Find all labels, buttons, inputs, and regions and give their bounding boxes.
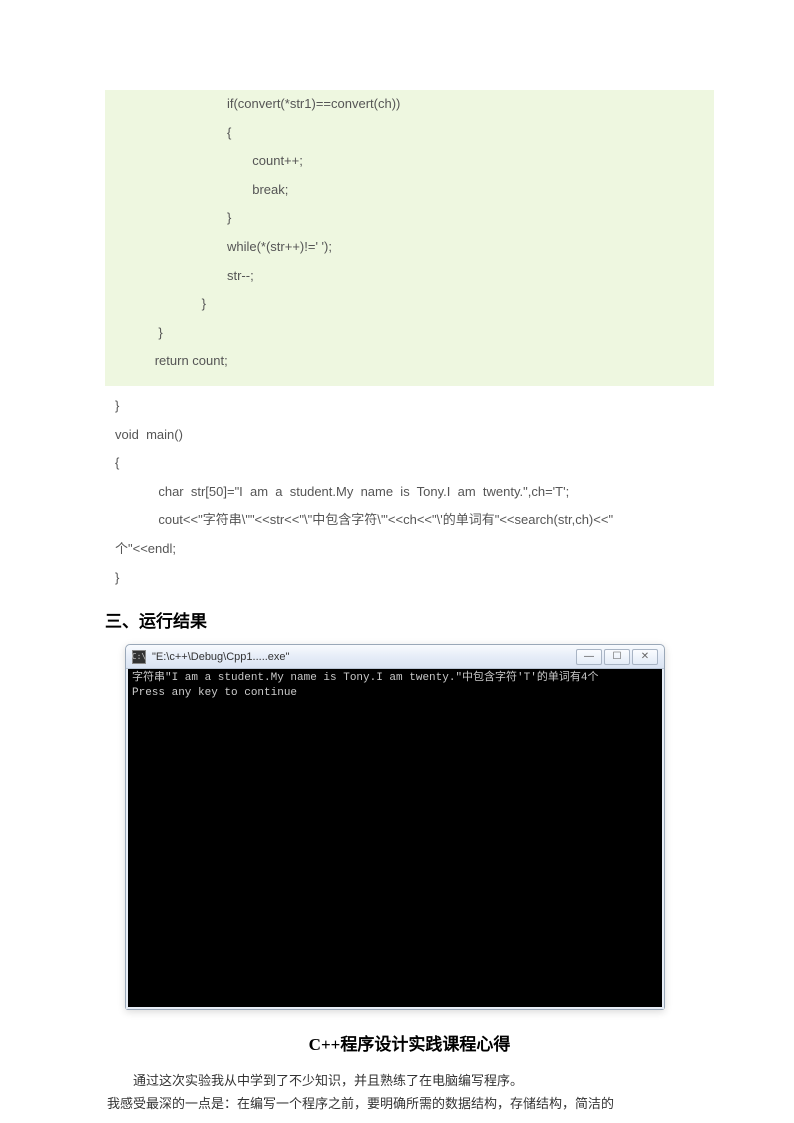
body-paragraph: 我感受最深的一点是：在编写一个程序之前，要明确所需的数据结构，存储结构，简洁的: [105, 1092, 714, 1115]
code-line: }: [115, 319, 704, 348]
code-line: return count;: [115, 347, 704, 376]
code-line: while(*(str++)!=' ');: [115, 233, 704, 262]
console-window: C:\ "E:\c++\Debug\Cpp1.....exe" — ☐ ✕ 字符…: [125, 644, 665, 1010]
console-line: Press any key to continue: [132, 687, 297, 699]
code-line: }: [115, 290, 704, 319]
console-line: 字符串"I am a student.My name is Tony.I am …: [132, 672, 598, 684]
close-button[interactable]: ✕: [632, 649, 658, 665]
window-titlebar: C:\ "E:\c++\Debug\Cpp1.....exe" — ☐ ✕: [126, 645, 664, 669]
maximize-button[interactable]: ☐: [604, 649, 630, 665]
console-output: 字符串"I am a student.My name is Tony.I am …: [126, 669, 664, 1009]
code-line: void main(): [115, 421, 704, 450]
section-heading-results: 三、运行结果: [105, 607, 714, 632]
window-controls: — ☐ ✕: [576, 649, 658, 665]
code-line: }: [115, 392, 704, 421]
code-block-highlighted: if(convert(*str1)==convert(ch)) { count+…: [105, 90, 714, 386]
code-line: {: [115, 449, 704, 478]
code-block-plain: } void main() { char str[50]="I am a stu…: [105, 392, 714, 592]
minimize-button[interactable]: —: [576, 649, 602, 665]
code-line: cout<<"字符串\""<<str<<"\"中包含字符\'"<<ch<<"\'…: [115, 506, 704, 535]
code-line: {: [115, 119, 704, 148]
window-title: "E:\c++\Debug\Cpp1.....exe": [152, 651, 576, 663]
code-line: count++;: [115, 147, 704, 176]
code-line: break;: [115, 176, 704, 205]
code-line: if(convert(*str1)==convert(ch)): [115, 90, 704, 119]
app-icon: C:\: [132, 650, 146, 664]
code-line: 个"<<endl;: [115, 535, 704, 564]
section-heading-summary: C++程序设计实践课程心得: [105, 1030, 714, 1055]
code-line: }: [115, 564, 704, 593]
code-line: }: [115, 204, 704, 233]
code-line: char str[50]="I am a student.My name is …: [115, 478, 704, 507]
body-paragraph: 通过这次实验我从中学到了不少知识，并且熟练了在电脑编写程序。: [105, 1069, 714, 1092]
code-line: str--;: [115, 262, 704, 291]
